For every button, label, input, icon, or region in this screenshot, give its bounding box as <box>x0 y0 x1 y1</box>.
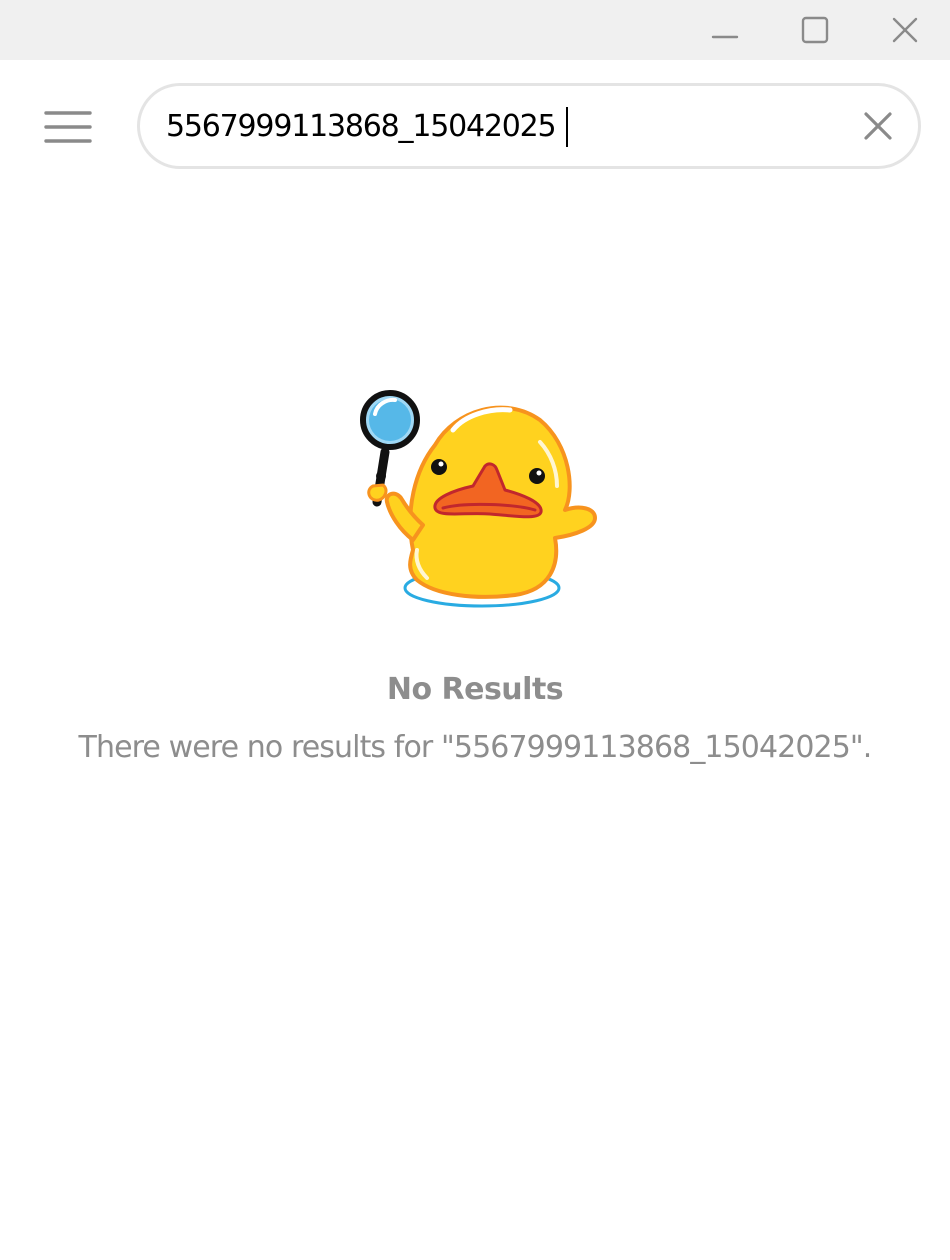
minimize-icon <box>711 35 739 39</box>
search-input[interactable] <box>166 103 846 149</box>
close-icon <box>892 17 918 43</box>
empty-state-title: No Results <box>386 672 564 707</box>
close-window-button[interactable] <box>860 0 950 60</box>
text-caret <box>566 107 568 147</box>
clear-search-button[interactable] <box>852 100 904 152</box>
hamburger-menu-icon <box>44 111 92 143</box>
clear-x-icon <box>864 112 892 140</box>
search-box <box>137 83 921 169</box>
maximize-icon <box>801 16 829 44</box>
title-bar <box>0 0 950 60</box>
minimize-button[interactable] <box>680 0 770 60</box>
maximize-button[interactable] <box>770 0 860 60</box>
menu-button[interactable] <box>28 96 108 158</box>
main-content: No Results There were no results for "55… <box>0 60 950 1260</box>
empty-state-message: There were no results for "5567999113868… <box>78 730 873 765</box>
duck-search-illustration <box>360 390 597 608</box>
app-window: No Results There were no results for "55… <box>0 0 950 1260</box>
